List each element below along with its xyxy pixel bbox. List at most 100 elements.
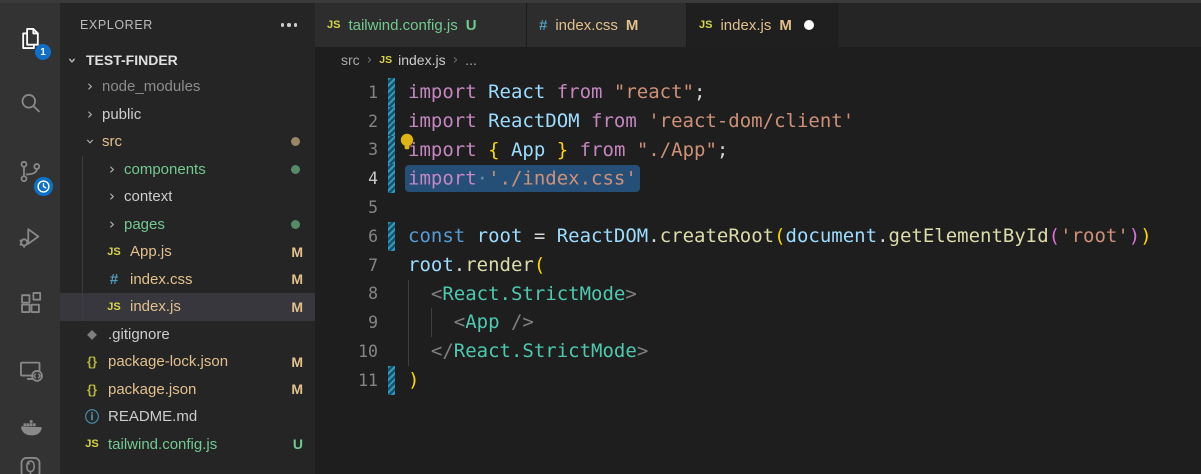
line-number[interactable]: 4	[315, 169, 378, 188]
modified-gutter-indicator	[388, 78, 395, 107]
file-label: components	[124, 160, 206, 178]
tab-tailwind-config-js[interactable]: JS tailwind.config.js U	[315, 3, 527, 47]
tree-indent-guide	[82, 183, 83, 211]
sidebar-item-components[interactable]: › components	[60, 155, 315, 183]
token: 'react-dom/client'	[636, 109, 855, 132]
line-number[interactable]: 2	[315, 112, 378, 131]
code-text[interactable]: import ReactDOM from 'react-dom/client'	[408, 107, 1201, 136]
sidebar-item-package-lock-json[interactable]: {} package-lock.json M	[60, 348, 315, 376]
modified-gutter-indicator	[388, 221, 395, 251]
line-number[interactable]: 3	[315, 140, 378, 159]
sidebar-item-tailwind-config-js[interactable]: JS tailwind.config.js U	[60, 431, 315, 459]
sidebar-item-node-modules[interactable]: › node_modules	[60, 73, 315, 101]
token: }	[545, 138, 569, 161]
chevron-down-icon[interactable]: ›	[82, 134, 100, 150]
token: ;	[694, 81, 706, 103]
token: >	[625, 282, 637, 305]
code-line-1: 1 import React from "react";	[315, 78, 1201, 107]
file-tree: › node_modules › public › src › components › cont…	[60, 73, 315, 458]
activity-item-run-debug[interactable]	[6, 212, 54, 260]
sidebar-item-context[interactable]: › context	[60, 183, 315, 211]
code-text[interactable]: import React from "react";	[408, 78, 1201, 107]
lightbulb-icon[interactable]	[399, 132, 416, 161]
line-number[interactable]: 8	[315, 284, 378, 303]
chevron-right-icon[interactable]: ›	[82, 79, 98, 94]
code-text[interactable]: import { App } from "./App";	[400, 133, 1201, 165]
breadcrumb-item[interactable]: JS index.js	[379, 52, 445, 68]
chevron-right-icon[interactable]: ›	[104, 189, 120, 204]
git-status-dot	[291, 164, 300, 174]
line-number[interactable]: 10	[315, 342, 378, 361]
sidebar-item-package-json[interactable]: {} package.json M	[60, 376, 315, 404]
code-text[interactable]: <App />	[408, 308, 1201, 338]
git-status-badge: U	[465, 16, 477, 34]
clock-badge-icon	[34, 177, 53, 196]
git-status-badge: M	[291, 381, 303, 398]
extensions-icon	[17, 290, 44, 317]
token: document	[785, 224, 878, 247]
debug-play-icon	[17, 223, 44, 250]
workspace-section-header[interactable]: › TEST-FINDER	[60, 47, 315, 73]
code-text[interactable]: root.render(	[408, 251, 1201, 280]
tab-index-css[interactable]: # index.css M	[527, 3, 687, 47]
line-number[interactable]: 1	[315, 83, 378, 102]
breadcrumb-item[interactable]: ...	[465, 52, 477, 68]
tree-indent-guide	[82, 293, 83, 321]
json-file-icon: {}	[86, 354, 98, 370]
token: .	[648, 224, 660, 247]
tab-label: tailwind.config.js	[348, 16, 458, 34]
activity-item-remote-explorer[interactable]	[6, 346, 54, 394]
code-text[interactable]: <React.StrictMode>	[408, 279, 1201, 309]
chevron-right-icon: ›	[366, 52, 373, 68]
modified-gutter-indicator	[388, 280, 395, 309]
more-actions-icon[interactable]	[277, 19, 302, 31]
code-line-10: 10 </React.StrictMode>	[315, 337, 1201, 366]
git-file-icon: ◆	[87, 327, 97, 342]
sidebar-item-app-js[interactable]: JS App.js M	[60, 238, 315, 266]
breadcrumb-item[interactable]: src	[341, 52, 360, 68]
unsaved-dot-icon[interactable]	[803, 20, 814, 30]
token: const	[408, 224, 466, 247]
line-number[interactable]: 11	[315, 371, 378, 390]
tree-indent-guide	[82, 238, 83, 266]
js-file-icon: JS	[107, 300, 121, 313]
sidebar-item-src[interactable]: › src	[60, 128, 315, 156]
activity-item-explorer[interactable]: 1	[6, 14, 54, 62]
tree-indent-guide	[82, 265, 83, 293]
line-number[interactable]: 7	[315, 256, 378, 275]
sidebar-item-public[interactable]: › public	[60, 101, 315, 129]
vscode-window: 1 EXPLORER › TEST-FINDER › node_modules › p…	[0, 0, 1201, 474]
sidebar-item-index-css[interactable]: # index.css M	[60, 265, 315, 293]
line-number[interactable]: 5	[315, 198, 378, 217]
token: render	[465, 253, 534, 276]
sidebar-item-readme-md[interactable]: ⓘ README.md	[60, 403, 315, 431]
chevron-right-icon[interactable]: ›	[104, 161, 120, 177]
code-text[interactable]: </React.StrictMode>	[408, 337, 1201, 366]
token: "react"	[602, 81, 694, 103]
activity-item-source-control[interactable]	[6, 147, 54, 196]
chevron-right-icon[interactable]: ›	[82, 106, 98, 122]
chevron-down-icon: ›	[63, 56, 82, 64]
tab-index-js[interactable]: JS index.js M	[687, 3, 838, 47]
activity-item-extensions[interactable]	[6, 279, 54, 327]
code-text[interactable]: import·'./index.css'	[405, 164, 1201, 193]
line-number[interactable]: 9	[315, 313, 378, 332]
sidebar-item--gitignore[interactable]: ◆ .gitignore	[60, 321, 315, 349]
line-number[interactable]: 6	[315, 227, 378, 246]
js-file-icon: JS	[327, 19, 341, 31]
indent-guide	[408, 337, 409, 366]
token: './index.css'	[488, 167, 637, 190]
sidebar-item-index-js[interactable]: JS index.js M	[60, 293, 315, 321]
activity-item-search[interactable]	[6, 79, 54, 127]
modified-gutter-indicator	[388, 365, 395, 395]
sidebar-item-pages[interactable]: › pages	[60, 210, 315, 238]
code-text[interactable]: )	[408, 366, 1201, 395]
code-editor[interactable]: 1 import React from "react"; 2 import React…	[315, 73, 1201, 474]
chevron-right-icon[interactable]: ›	[104, 216, 120, 232]
code-text[interactable]: const root = ReactDOM.createRoot(documen…	[408, 222, 1201, 251]
token: root	[465, 224, 523, 247]
token: import	[408, 167, 477, 190]
activity-item-postgres[interactable]	[6, 443, 54, 474]
